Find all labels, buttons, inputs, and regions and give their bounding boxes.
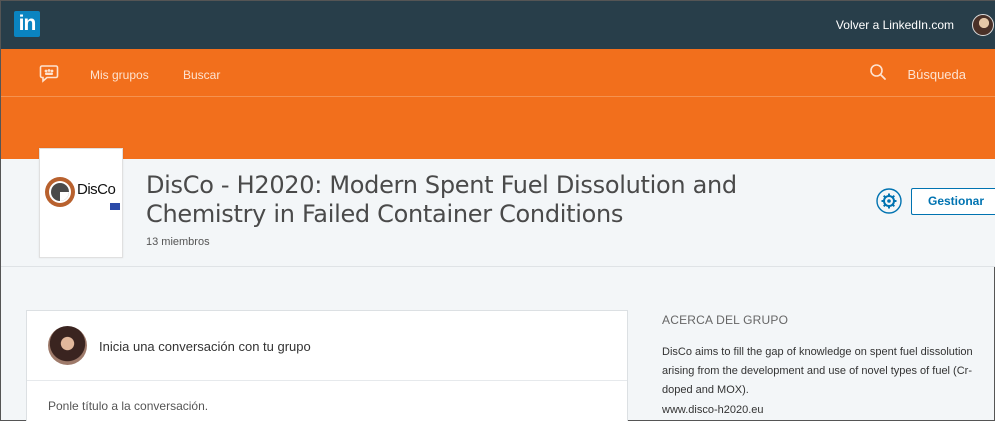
composer-prompt-row[interactable]: Inicia una conversación con tu grupo xyxy=(27,311,627,381)
nav-search[interactable]: Buscar xyxy=(183,68,220,82)
back-to-linkedin-link[interactable]: Volver a LinkedIn.com xyxy=(836,18,954,32)
search-icon[interactable] xyxy=(869,63,887,81)
user-avatar[interactable] xyxy=(972,14,994,36)
conversation-title-input[interactable] xyxy=(48,399,608,413)
groups-subnav: Mis grupos Buscar Búsqueda xyxy=(1,49,995,97)
group-banner: Mis grupos Buscar Búsqueda xyxy=(1,49,995,159)
groups-icon[interactable] xyxy=(39,63,59,83)
about-heading: ACERCA DEL GRUPO xyxy=(662,313,789,327)
linkedin-logo[interactable]: in xyxy=(14,11,40,37)
composer-prompt: Inicia una conversación con tu grupo xyxy=(99,339,311,354)
group-website-link[interactable]: www.disco-h2020.eu xyxy=(662,404,764,416)
group-title: DisCo - H2020: Modern Spent Fuel Dissolu… xyxy=(146,171,737,228)
member-count[interactable]: 13 miembros xyxy=(146,236,210,248)
top-bar: in Volver a LinkedIn.com xyxy=(1,1,995,49)
about-description: DisCo aims to fill the gap of knowledge … xyxy=(662,346,973,396)
nav-my-groups[interactable]: Mis grupos xyxy=(90,68,149,82)
eu-flag-icon xyxy=(110,203,120,210)
group-logo: DisCo xyxy=(39,148,123,258)
gear-icon[interactable] xyxy=(876,188,902,214)
about-group: ACERCA DEL GRUPO DisCo aims to fill the … xyxy=(662,313,980,420)
manage-button[interactable]: Gestionar xyxy=(911,188,995,215)
composer-avatar xyxy=(48,326,87,365)
group-logo-text: DisCo xyxy=(77,181,116,198)
search-field[interactable]: Búsqueda xyxy=(907,67,966,82)
disco-logo-icon xyxy=(45,177,75,207)
conversation-composer: Inicia una conversación con tu grupo xyxy=(26,310,628,421)
